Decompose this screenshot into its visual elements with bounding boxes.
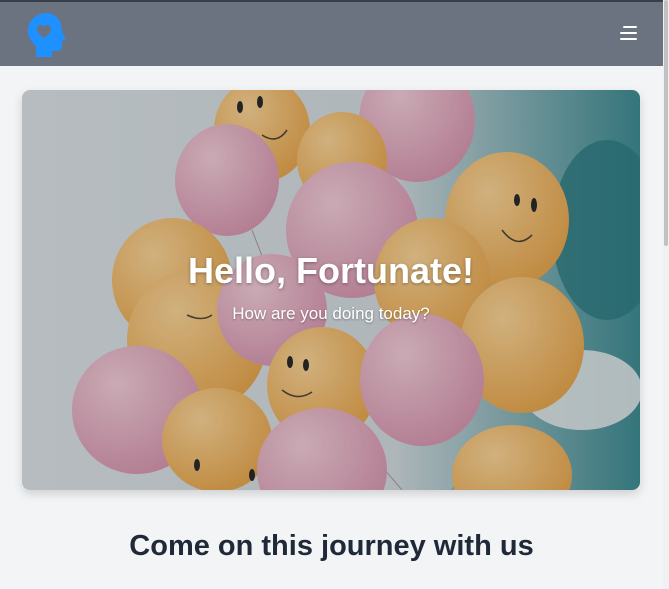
menu-line xyxy=(620,32,637,34)
section-title: Come on this journey with us xyxy=(129,530,534,562)
hamburger-menu-icon[interactable] xyxy=(612,20,642,46)
page: Hello, Fortunate! How are you doing toda… xyxy=(0,0,669,589)
page-scrollbar[interactable] xyxy=(663,0,669,589)
head-heart-icon[interactable] xyxy=(27,12,67,58)
hero-title: Hello, Fortunate! xyxy=(188,250,474,291)
hero-subtitle: How are you doing today? xyxy=(232,304,430,323)
navbar xyxy=(0,0,663,66)
hero-banner: Hello, Fortunate! How are you doing toda… xyxy=(22,90,640,490)
menu-line xyxy=(620,38,637,40)
scrollbar-thumb[interactable] xyxy=(664,0,668,246)
menu-line xyxy=(623,26,637,28)
